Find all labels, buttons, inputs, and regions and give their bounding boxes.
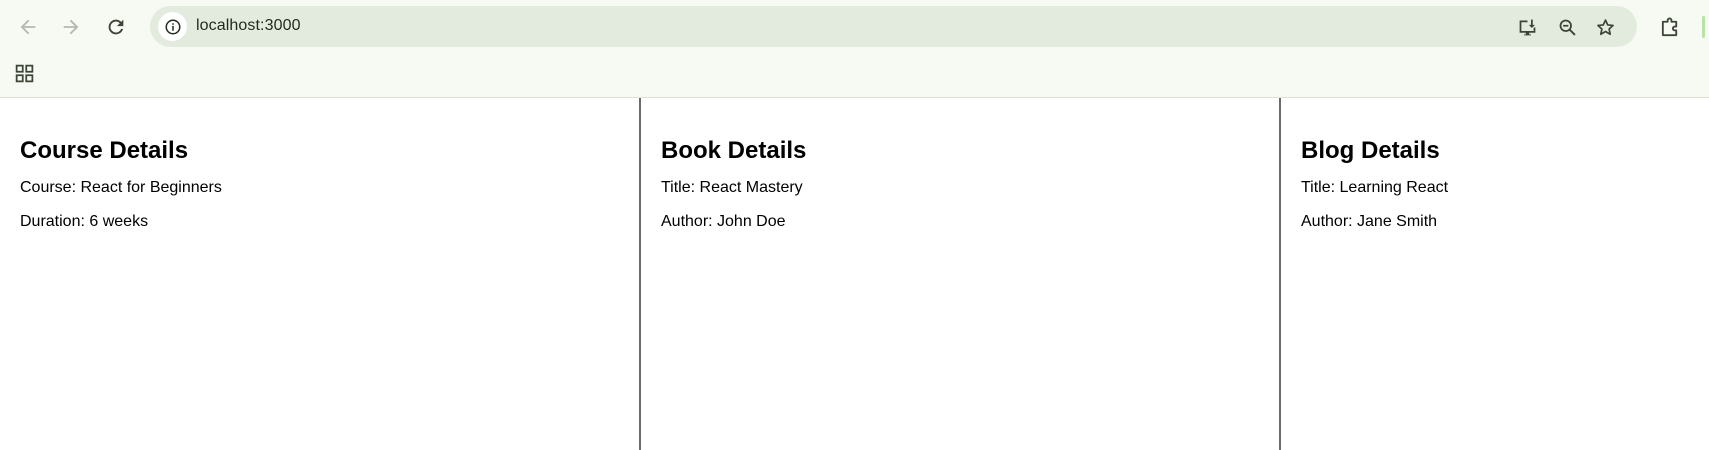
browser-toolbar: localhost:3000 [0, 0, 1709, 98]
zoom-button[interactable] [1553, 13, 1581, 41]
back-button[interactable] [10, 9, 46, 45]
arrow-right-icon [63, 19, 79, 35]
blog-author: Author: Jane Smith [1301, 213, 1438, 230]
book-author: Author: John Doe [661, 213, 786, 230]
reload-button[interactable] [98, 9, 134, 45]
forward-button[interactable] [53, 9, 89, 45]
blog-title: Title: Learning React [1301, 179, 1449, 196]
address-bar[interactable]: localhost:3000 [150, 6, 1637, 47]
apps-grid-icon [15, 64, 33, 82]
info-icon [165, 19, 180, 34]
install-app-icon [1519, 19, 1535, 35]
profile-edge-indicator [1702, 16, 1705, 38]
book-details-panel: Book Details Title: React Mastery Author… [639, 98, 1279, 450]
zoom-out-icon [1559, 19, 1576, 36]
site-info-button[interactable] [158, 12, 187, 41]
blog-details-panel: Blog Details Title: Learning React Autho… [1279, 98, 1709, 450]
course-duration: Duration: 6 weeks [20, 213, 149, 230]
apps-button[interactable] [12, 61, 36, 85]
bookmark-button[interactable] [1591, 13, 1619, 41]
reload-icon [108, 19, 124, 35]
install-app-button[interactable] [1513, 13, 1541, 41]
arrow-left-icon [20, 19, 36, 35]
course-details-panel: Course Details Course: React for Beginne… [0, 98, 639, 450]
course-name: Course: React for Beginners [20, 179, 222, 196]
course-details-heading: Course Details [20, 137, 189, 164]
book-title: Title: React Mastery [661, 179, 803, 196]
page-content: Course Details Course: React for Beginne… [0, 98, 1709, 450]
puzzle-icon [1661, 17, 1677, 36]
book-details-heading: Book Details [661, 137, 807, 164]
star-icon [1596, 18, 1614, 35]
url-text[interactable]: localhost:3000 [196, 17, 301, 35]
blog-details-heading: Blog Details [1301, 137, 1440, 164]
extensions-button[interactable] [1655, 12, 1685, 42]
